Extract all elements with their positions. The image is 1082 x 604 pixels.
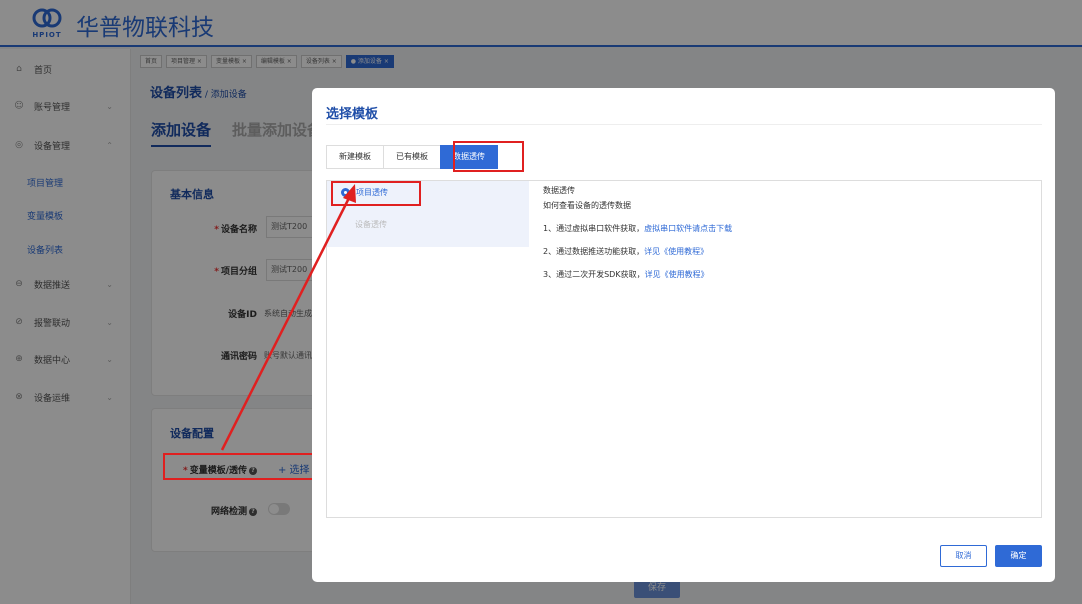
annotation-highlight-field xyxy=(163,453,324,480)
info-step-1: 1、通过虚拟串口软件获取，虚拟串口软件请点击下载 xyxy=(543,224,733,233)
tab-existing-template[interactable]: 已有模板 xyxy=(383,145,441,169)
info-step-3: 3、通过二次开发SDK获取，详见《使用教程》 xyxy=(543,270,709,279)
dialog-title: 选择模板 xyxy=(326,107,379,122)
annotation-highlight-tab xyxy=(453,141,524,172)
option-device-passthrough[interactable]: 设备透传 xyxy=(355,219,387,230)
info-heading: 数据透传 xyxy=(543,186,575,195)
tutorial-link[interactable]: 详见《使用教程》 xyxy=(645,270,709,279)
info-howto: 如何查看设备的透传数据 xyxy=(543,201,631,210)
annotation-highlight-option xyxy=(331,181,421,206)
cancel-button[interactable]: 取消 xyxy=(940,545,987,567)
tutorial-link[interactable]: 详见《使用教程》 xyxy=(644,247,708,256)
passthrough-info: 数据透传 如何查看设备的透传数据 1、通过虚拟串口软件获取，虚拟串口软件请点击下… xyxy=(543,183,1033,282)
select-template-dialog: 选择模板 新建模板 已有模板 数据透传 项目透传 设备透传 数据透传 如何查看设… xyxy=(312,88,1055,582)
tab-new-template[interactable]: 新建模板 xyxy=(326,145,384,169)
confirm-button[interactable]: 确定 xyxy=(995,545,1042,567)
info-step-2: 2、通过数据推送功能获取，详见《使用教程》 xyxy=(543,247,709,256)
passthrough-options: 项目透传 设备透传 xyxy=(327,181,529,247)
divider xyxy=(326,124,1042,125)
dialog-body: 项目透传 设备透传 数据透传 如何查看设备的透传数据 1、通过虚拟串口软件获取，… xyxy=(326,180,1042,518)
download-link[interactable]: 虚拟串口软件请点击下载 xyxy=(644,224,732,233)
